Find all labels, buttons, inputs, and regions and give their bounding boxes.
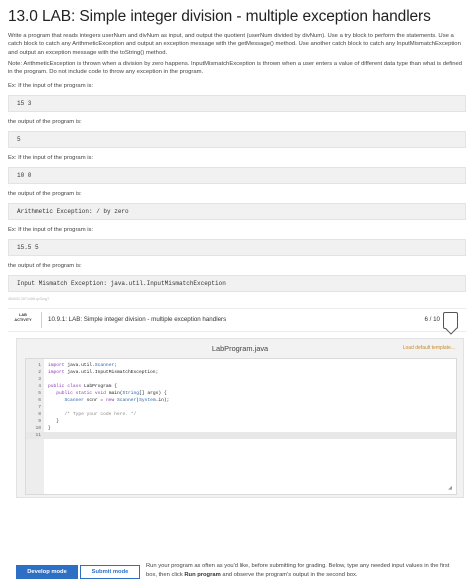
- code-text[interactable]: }: [48, 418, 59, 425]
- problem-description: Write a program that reads integers user…: [8, 33, 461, 56]
- load-default-template-link[interactable]: Load default template...: [403, 345, 455, 351]
- line-number: 3: [38, 377, 41, 383]
- example-input-label: Ex: If the input of the program is:: [8, 227, 94, 234]
- line-number: 2: [38, 370, 41, 376]
- line-number: 9: [38, 419, 41, 425]
- lab-activity-header: LAB ACTIVITY 10.9.1: LAB: Simple integer…: [8, 308, 466, 333]
- lab-score: 6 / 10: [424, 316, 440, 324]
- mode-controls: Develop mode Submit mode Run your progra…: [16, 562, 458, 588]
- code-text[interactable]: import java.util.Scanner;: [48, 362, 117, 369]
- lab-title: 10.9.1: LAB: Simple integer division - m…: [48, 316, 227, 324]
- develop-mode-button[interactable]: Develop mode: [16, 565, 78, 579]
- lab-divider: [41, 312, 42, 329]
- line-number: 7: [38, 405, 41, 411]
- score-badge-icon: [443, 312, 458, 330]
- example-output-box: Input Mismatch Exception: java.util.Inpu…: [8, 275, 466, 293]
- page-title: 13.0 LAB: Simple integer division - mult…: [8, 8, 431, 25]
- lab-page: 13.0 LAB: Simple integer division - mult…: [8, 8, 466, 499]
- code-text[interactable]: Scanner scnr = new Scanner(System.in);: [48, 397, 170, 404]
- code-editor[interactable]: ◢ 1 import java.util.Scanner; 2 import java…: [25, 358, 457, 496]
- code-line[interactable]: 11: [26, 432, 456, 440]
- line-number: 1: [38, 363, 41, 369]
- mode-description-end: and observe the program's output in the …: [220, 571, 358, 578]
- run-program-text: Run program: [184, 571, 221, 578]
- example-output-label: the output of the program is:: [8, 191, 82, 198]
- resize-handle-icon[interactable]: ◢: [448, 485, 452, 491]
- example-2: Ex: If the input of the program is: 10 0…: [8, 154, 466, 221]
- code-text[interactable]: }: [48, 425, 51, 432]
- mode-description: Run your program as often as you'd like,…: [146, 562, 458, 579]
- line-number: 6: [38, 398, 41, 404]
- line-number: 5: [38, 391, 41, 397]
- example-input-box: 15 3: [8, 95, 466, 113]
- code-text[interactable]: /* Type your code here. */: [48, 411, 137, 418]
- example-output-box: Arithmetic Exception: / by zero: [8, 203, 466, 221]
- code-editor-panel: LabProgram.java Load default template...…: [16, 338, 464, 499]
- problem-note: Note: ArithmeticException is thrown when…: [8, 60, 463, 76]
- example-input-box: 15.5 5: [8, 239, 466, 257]
- line-number: 4: [38, 384, 41, 390]
- line-number: 10: [35, 426, 41, 432]
- editor-header: LabProgram.java Load default template...: [17, 339, 463, 358]
- line-number: 11: [35, 433, 41, 439]
- example-input-label: Ex: If the input of the program is:: [8, 83, 94, 90]
- lab-activity-tag: LAB ACTIVITY: [8, 313, 38, 322]
- code-text[interactable]: import java.util.InputMismatchException;: [48, 369, 158, 376]
- lab-tag-line2: ACTIVITY: [14, 318, 32, 323]
- example-input-label: Ex: If the input of the program is:: [8, 155, 94, 162]
- code-text[interactable]: public class LabProgram {: [48, 383, 117, 390]
- example-1: Ex: If the input of the program is: 15 3…: [8, 82, 466, 149]
- activity-id: 464002.2871488.qx3zqy7: [8, 297, 50, 302]
- line-number: 8: [38, 412, 41, 418]
- example-output-label: the output of the program is:: [8, 263, 82, 270]
- code-text[interactable]: public static void main(String[] args) {: [48, 390, 166, 397]
- submit-mode-button[interactable]: Submit mode: [80, 565, 140, 579]
- example-input-box: 10 0: [8, 167, 466, 185]
- example-3: Ex: If the input of the program is: 15.5…: [8, 226, 466, 293]
- example-output-label: the output of the program is:: [8, 119, 82, 126]
- example-output-box: 5: [8, 131, 466, 149]
- file-name: LabProgram.java: [211, 344, 269, 354]
